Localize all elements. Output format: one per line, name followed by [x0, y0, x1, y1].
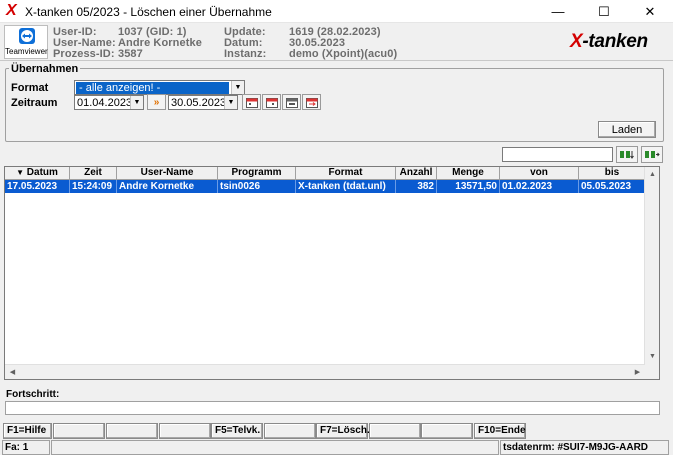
format-select-value: - alle anzeigen! -: [76, 82, 229, 94]
column-header-programm[interactable]: Programm: [218, 167, 296, 180]
f3-button[interactable]: [106, 423, 158, 439]
column-header-format[interactable]: Format: [296, 167, 396, 180]
format-label: Format: [11, 82, 49, 94]
close-button[interactable]: ✕: [627, 0, 673, 23]
cell-bis: 05.05.2023: [581, 181, 632, 192]
cell-menge: 13571,50: [437, 180, 500, 193]
find-down-icon[interactable]: [616, 146, 638, 163]
f2-button[interactable]: [53, 423, 105, 439]
f1-hilfe-button[interactable]: F1=Hilfe: [3, 423, 52, 439]
status-empty: [51, 440, 499, 455]
title-bar: X X-tanken 05/2023 - Löschen einer Übern…: [0, 0, 673, 23]
format-select[interactable]: - alle anzeigen! - ▼: [74, 80, 245, 95]
progress-bar: [5, 401, 660, 415]
window-title: X-tanken 05/2023 - Löschen einer Übernah…: [25, 5, 272, 19]
date-to-field[interactable]: 30.05.2023 ▼: [168, 95, 238, 110]
search-input[interactable]: [502, 147, 613, 162]
sort-desc-icon: ▼: [16, 168, 24, 177]
chevron-down-icon[interactable]: ▼: [130, 96, 143, 109]
close-icon: ✕: [644, 3, 656, 19]
teamviewer-icon: [19, 28, 35, 44]
app-icon: X: [6, 2, 17, 19]
status-tsdatenrm: tsdatenrm: #SUI7-M9JG-AARD: [500, 440, 669, 455]
column-header-anzahl[interactable]: Anzahl: [396, 167, 437, 180]
double-chevron-right-icon[interactable]: »: [147, 94, 166, 110]
date-from-field[interactable]: 01.04.2023 ▼: [74, 95, 144, 110]
minimize-button[interactable]: —: [535, 0, 581, 23]
column-header-zeit[interactable]: Zeit: [70, 167, 117, 180]
find-next-icon[interactable]: [641, 146, 663, 163]
cell-user-name: Andre Kornetke: [117, 180, 218, 193]
scroll-down-icon[interactable]: ▼: [645, 349, 659, 364]
f5-telvk-button[interactable]: F5=Telvk.: [211, 423, 263, 439]
column-header-menge[interactable]: Menge: [437, 167, 500, 180]
cell-datum: 17.05.2023: [5, 180, 70, 193]
instanz-value: demo (Xpoint)(acu0): [289, 48, 398, 60]
status-fa: Fa: 1: [2, 440, 50, 455]
f7-loesch-button[interactable]: F7=Lösch.: [316, 423, 370, 439]
brand-logo: X-tanken: [570, 31, 648, 52]
cell-format: X-tanken (tdat.unl): [296, 180, 396, 193]
client-area: Teamviewer User-ID: 1037 (GID: 1) User-N…: [0, 23, 673, 455]
calendar-icon[interactable]: [262, 94, 281, 110]
uebernahmen-table[interactable]: ▼ Datum Zeit User-Name Programm Format A…: [4, 166, 660, 380]
cell-anzahl: 382: [396, 180, 437, 193]
table-row[interactable]: 17.05.2023 15:24:09 Andre Kornetke tsin0…: [5, 180, 645, 193]
laden-button[interactable]: Laden: [598, 121, 656, 138]
chevron-down-icon[interactable]: ▼: [224, 96, 237, 109]
f8-button[interactable]: [369, 423, 421, 439]
prozess-id-label: Prozess-ID:: [53, 48, 115, 60]
teamviewer-label: Teamviewer: [5, 47, 48, 56]
f4-button[interactable]: [159, 423, 211, 439]
cell-von: 01.02.2023: [500, 180, 579, 193]
horizontal-scrollbar[interactable]: ◀ ▶: [5, 364, 645, 379]
instanz-label: Instanz:: [224, 48, 267, 60]
table-header: ▼ Datum Zeit User-Name Programm Format A…: [5, 167, 645, 180]
calendar-range-icon[interactable]: [302, 94, 321, 110]
minimize-icon: —: [551, 4, 565, 19]
column-header-von[interactable]: von: [500, 167, 579, 180]
status-bar: Fa: 1 tsdatenrm: #SUI7-M9JG-AARD: [0, 440, 673, 455]
cell-programm: tsin0026: [218, 180, 296, 193]
zeitraum-label: Zeitraum: [11, 97, 58, 109]
calendar-icon[interactable]: [242, 94, 261, 110]
chevron-down-icon[interactable]: ▼: [231, 81, 244, 94]
f10-ende-button[interactable]: F10=Ende: [474, 423, 526, 439]
f9-button[interactable]: [421, 423, 473, 439]
teamviewer-button[interactable]: Teamviewer: [4, 25, 48, 59]
scroll-left-icon[interactable]: ◀: [5, 365, 20, 379]
maximize-icon: ☐: [598, 3, 610, 19]
vertical-scrollbar[interactable]: ▲ ▼: [644, 167, 659, 379]
cell-zeit: 15:24:09: [70, 180, 117, 193]
scroll-right-icon[interactable]: ▶: [630, 365, 645, 379]
column-header-user-name[interactable]: User-Name: [117, 167, 218, 180]
scroll-up-icon[interactable]: ▲: [645, 167, 659, 182]
column-header-bis[interactable]: bis: [579, 167, 645, 180]
prozess-id-value: 3587: [118, 48, 143, 60]
f6-button[interactable]: [264, 423, 316, 439]
calendar-icon[interactable]: [282, 94, 301, 110]
info-header: Teamviewer User-ID: 1037 (GID: 1) User-N…: [0, 23, 673, 61]
progress-label: Fortschritt:: [6, 389, 60, 400]
date-to-value: 30.05.2023: [171, 97, 227, 109]
date-from-value: 01.04.2023: [77, 97, 133, 109]
maximize-button[interactable]: ☐: [581, 0, 627, 23]
column-header-datum[interactable]: ▼ Datum: [5, 167, 70, 180]
group-title: Übernahmen: [9, 63, 81, 75]
